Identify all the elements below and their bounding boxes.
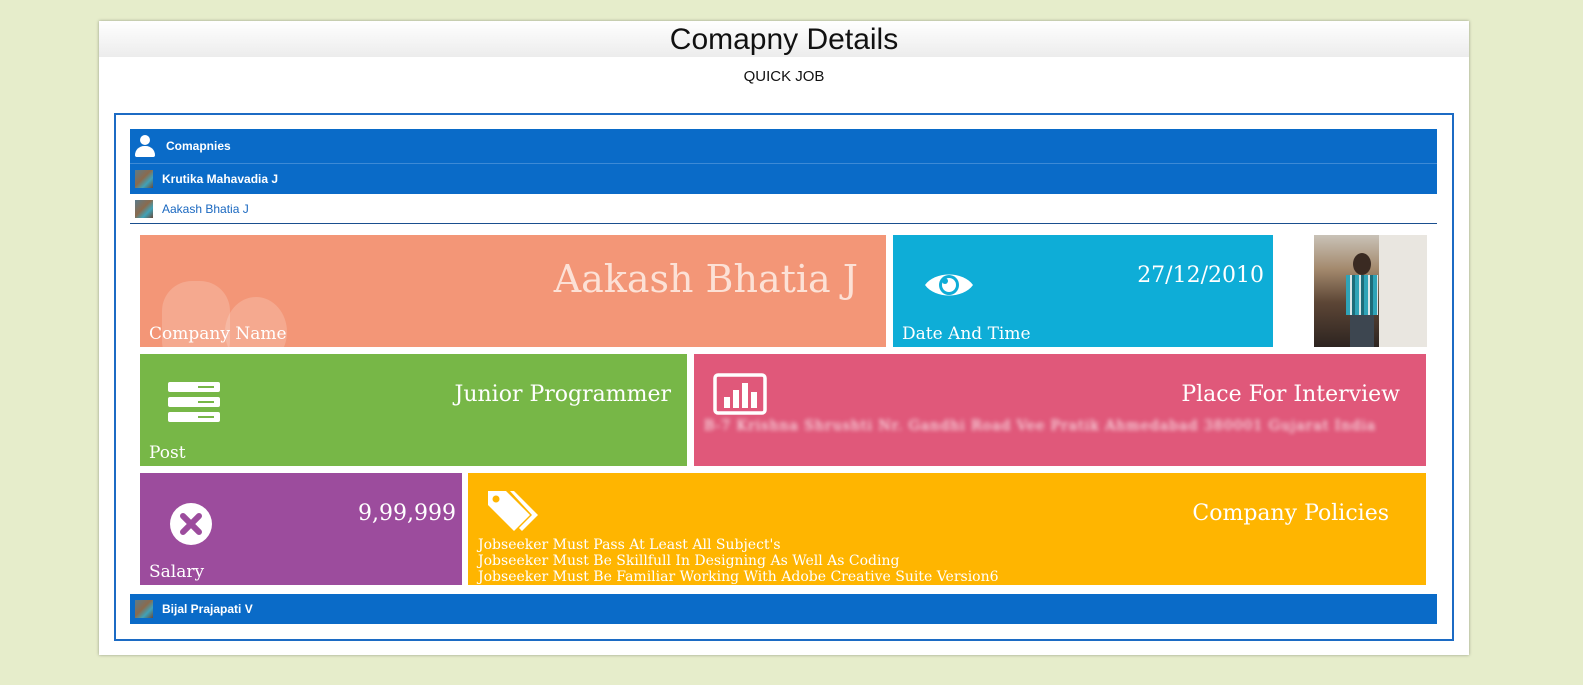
salary-value: 9,99,999 xyxy=(358,501,456,526)
tags-icon xyxy=(488,491,538,531)
policy-line: Jobseeker Must Be Familiar Working With … xyxy=(478,569,999,585)
salary-label: Salary xyxy=(149,562,205,582)
date-label: Date And Time xyxy=(902,324,1031,344)
close-circle-icon xyxy=(170,503,212,545)
user-icon xyxy=(134,135,156,157)
companies-header[interactable]: Comapnies xyxy=(130,129,1437,164)
avatar xyxy=(135,600,153,618)
policies-title: Company Policies xyxy=(1192,501,1389,526)
companies-header-label: Comapnies xyxy=(166,139,231,153)
avatar xyxy=(135,199,153,218)
company-details-panel: Comapny Details QUICK JOB Comapnies Krut… xyxy=(99,21,1469,655)
date-value: 27/12/2010 xyxy=(1137,263,1264,288)
company-item-label: Aakash Bhatia J xyxy=(162,201,249,216)
company-item-krutika[interactable]: Krutika Mahavadia J xyxy=(130,164,1437,194)
place-for-interview-tile: Place For Interview B-7 Krishna Shrushti… xyxy=(694,354,1426,466)
server-icon xyxy=(168,382,220,422)
company-item-aakash[interactable]: Aakash Bhatia J xyxy=(130,194,1437,224)
place-address: B-7 Krishna Shrushti Nr. Gandhi Road Vee… xyxy=(704,418,1377,434)
date-time-tile: 27/12/2010 Date And Time xyxy=(893,235,1273,347)
page-subtitle: QUICK JOB xyxy=(743,68,825,85)
eye-icon xyxy=(925,274,973,296)
salary-tile: 9,99,999 Salary xyxy=(140,473,462,585)
bar-chart-icon xyxy=(713,373,767,415)
profile-photo xyxy=(1314,235,1427,347)
post-value: Junior Programmer xyxy=(454,382,672,407)
policy-line: Jobseeker Must Pass At Least All Subject… xyxy=(478,537,781,553)
company-policies-tile: Company Policies Jobseeker Must Pass At … xyxy=(468,473,1426,585)
post-label: Post xyxy=(149,443,186,463)
policies-list: Jobseeker Must Pass At Least All Subject… xyxy=(478,537,999,585)
company-name-value: Aakash Bhatia J xyxy=(553,257,858,301)
post-tile: Junior Programmer Post xyxy=(140,354,687,466)
policy-line: Jobseeker Must Be Skillfull In Designing… xyxy=(478,553,900,569)
companies-container: Comapnies Krutika Mahavadia J Aakash Bha… xyxy=(114,113,1454,641)
company-name-tile: Aakash Bhatia J Company Name xyxy=(140,235,886,347)
place-title: Place For Interview xyxy=(1181,382,1400,407)
company-item-label: Bijal Prajapati V xyxy=(162,602,253,616)
panel-header: Comapny Details xyxy=(99,21,1469,57)
page-title: Comapny Details xyxy=(669,23,899,56)
company-item-bijal[interactable]: Bijal Prajapati V xyxy=(130,594,1437,624)
avatar xyxy=(135,170,153,188)
company-item-label: Krutika Mahavadia J xyxy=(162,172,279,186)
company-name-label: Company Name xyxy=(149,324,287,344)
